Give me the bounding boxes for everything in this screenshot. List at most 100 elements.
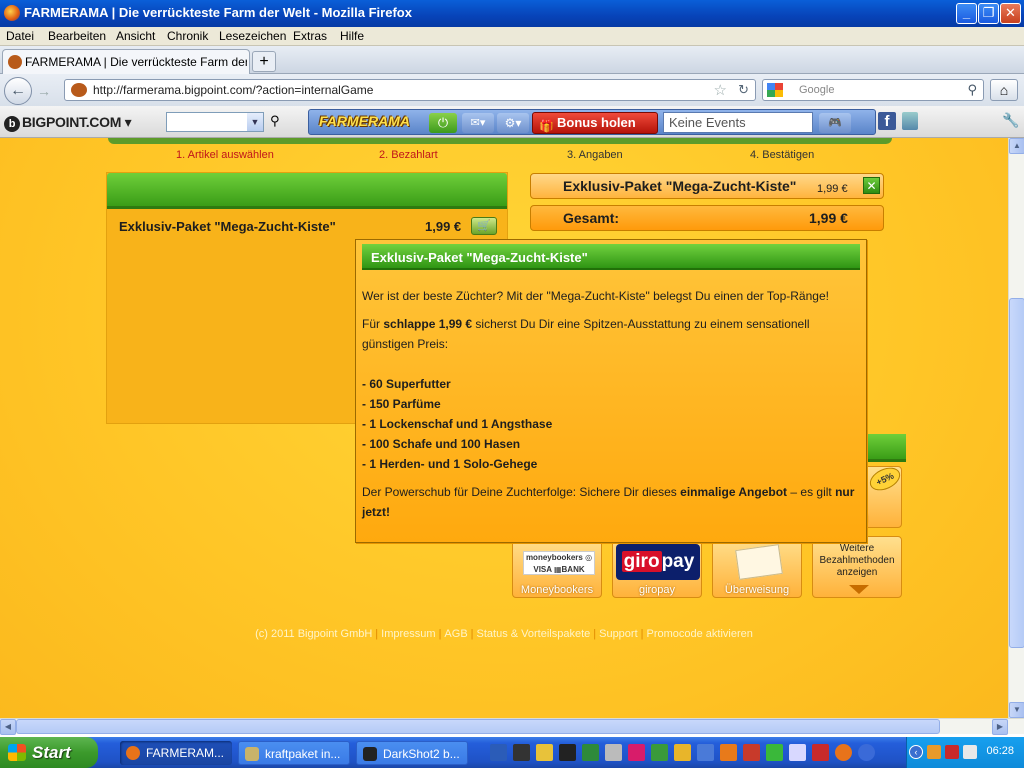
menu-datei[interactable]: Datei bbox=[6, 29, 34, 43]
menu-chronik[interactable]: Chronik bbox=[167, 29, 208, 43]
tooltip-outro: Der Powerschub für Deine Zuchterfolge: S… bbox=[362, 485, 855, 519]
app-icon[interactable] bbox=[513, 744, 530, 761]
new-tab-button[interactable]: + bbox=[252, 51, 276, 72]
app-icon[interactable] bbox=[536, 744, 553, 761]
tab-farmerama[interactable]: FARMERAMA | Die verrückteste Farm der We… bbox=[2, 49, 250, 74]
chevron-left-icon[interactable]: ‹ bbox=[909, 745, 923, 759]
search-placeholder: Google bbox=[799, 84, 835, 96]
telekom-icon[interactable] bbox=[628, 744, 645, 761]
site-identity-icon[interactable] bbox=[71, 83, 87, 97]
bookmark-star-icon[interactable]: ☆ bbox=[714, 81, 727, 99]
article-name[interactable]: Exklusiv-Paket "Mega-Zucht-Kiste" bbox=[119, 219, 336, 234]
bonus-button[interactable]: 🎁 Bonus holen bbox=[532, 112, 658, 134]
taskbar-item-firefox[interactable]: FARMERAM... bbox=[120, 741, 232, 765]
horizontal-scroll-thumb[interactable] bbox=[16, 719, 940, 734]
app-icon[interactable] bbox=[559, 744, 576, 761]
step-4: 4. Bestätigen bbox=[750, 149, 815, 161]
minimize-button[interactable]: _ bbox=[956, 3, 977, 24]
tray-icon[interactable] bbox=[963, 745, 977, 759]
firefox-icon[interactable] bbox=[835, 744, 852, 761]
app-icon[interactable] bbox=[651, 744, 668, 761]
vlc-icon[interactable] bbox=[720, 744, 737, 761]
close-button[interactable]: ✕ bbox=[1000, 3, 1021, 24]
vertical-scroll-thumb[interactable] bbox=[1009, 298, 1024, 648]
step-3: 3. Angaben bbox=[567, 149, 623, 161]
total-label: Gesamt: bbox=[563, 210, 620, 226]
footer-link-promocode[interactable]: Promocode aktivieren bbox=[647, 628, 753, 640]
scroll-down-icon[interactable]: ▼ bbox=[1009, 702, 1024, 718]
maximize-button[interactable]: ❐ bbox=[978, 3, 999, 24]
list-item: - 60 Superfutter bbox=[362, 377, 451, 391]
app-icon[interactable] bbox=[766, 744, 783, 761]
system-tray: ‹ 06:28 bbox=[906, 737, 1024, 768]
forward-button[interactable]: → bbox=[33, 81, 55, 101]
scroll-left-icon[interactable]: ◀ bbox=[0, 719, 16, 735]
menu-bearbeiten[interactable]: Bearbeiten bbox=[48, 29, 106, 43]
excel-icon[interactable] bbox=[582, 744, 599, 761]
app-icon[interactable] bbox=[605, 744, 622, 761]
payment-giropay[interactable]: giro pay giropay bbox=[612, 536, 702, 598]
payment-ueberweisung[interactable]: Überweisung bbox=[712, 536, 802, 598]
checkout-steps: 1. Artikel auswählen 2. Bezahlart 3. Ang… bbox=[100, 138, 900, 164]
back-button[interactable]: ← bbox=[4, 77, 32, 105]
tooltip-body: Wer ist der beste Züchter? Mit der "Mega… bbox=[362, 286, 860, 530]
gift-icon: 🎁 bbox=[539, 119, 554, 133]
tray-icon[interactable] bbox=[945, 745, 959, 759]
moneybookers-logo: moneybookers ◎ VISA ▦BANK bbox=[523, 551, 595, 575]
gamepad-icon[interactable]: 🎮 bbox=[819, 113, 851, 133]
add-to-cart-icon[interactable]: 🛒 bbox=[471, 217, 497, 235]
reload-icon[interactable]: ↻ bbox=[738, 82, 749, 98]
tray-icon[interactable] bbox=[927, 745, 941, 759]
facebook-icon[interactable]: f bbox=[878, 112, 896, 130]
quick-launch bbox=[490, 744, 881, 762]
app-icon[interactable] bbox=[743, 744, 760, 761]
footer-link-agb[interactable]: AGB bbox=[444, 628, 467, 640]
bigpoint-search-select[interactable]: ▼ bbox=[166, 112, 264, 132]
app-icon[interactable] bbox=[812, 744, 829, 761]
events-field[interactable]: Keine Events bbox=[663, 112, 813, 133]
search-box[interactable]: Google ⚲ bbox=[762, 79, 984, 101]
firefox-icon bbox=[126, 746, 140, 760]
scroll-right-icon[interactable]: ▶ bbox=[992, 719, 1008, 735]
step-1[interactable]: 1. Artikel auswählen bbox=[176, 149, 274, 161]
app-icon[interactable] bbox=[674, 744, 691, 761]
scroll-up-icon[interactable]: ▲ bbox=[1009, 138, 1024, 154]
footer-link-impressum[interactable]: Impressum bbox=[381, 628, 435, 640]
menu-lesezeichen[interactable]: Lesezeichen bbox=[219, 29, 286, 43]
bigpoint-search-icon[interactable]: ⚲ bbox=[270, 113, 280, 129]
notes-icon[interactable] bbox=[902, 112, 918, 130]
url-bar[interactable]: http://farmerama.bigpoint.com/?action=in… bbox=[64, 79, 756, 101]
footer-link-support[interactable]: Support bbox=[599, 628, 638, 640]
horizontal-scrollbar[interactable]: ◀ ▶ bbox=[0, 718, 1024, 735]
step-2[interactable]: 2. Bezahlart bbox=[379, 149, 438, 161]
power-icon[interactable]: ⏻ bbox=[429, 113, 457, 133]
wrench-icon[interactable]: 🔧 bbox=[1002, 112, 1019, 129]
start-button[interactable]: Start bbox=[0, 737, 98, 768]
menu-ansicht[interactable]: Ansicht bbox=[116, 29, 155, 43]
payment-caption: Überweisung bbox=[724, 584, 790, 596]
giropay-logo: giro pay bbox=[616, 544, 700, 580]
bigpoint-logo[interactable]: b BIGPOINT.COM ▾ bbox=[4, 114, 132, 132]
menu-hilfe[interactable]: Hilfe bbox=[340, 29, 364, 43]
word-icon[interactable] bbox=[490, 744, 507, 761]
vertical-scrollbar[interactable]: ▲ ▼ bbox=[1008, 138, 1024, 718]
search-icon[interactable]: ⚲ bbox=[967, 82, 977, 98]
home-button[interactable]: ⌂ bbox=[990, 79, 1018, 101]
taskbar-item-darkshot[interactable]: DarkShot2 b... bbox=[356, 741, 468, 765]
cart-item: Exklusiv-Paket "Mega-Zucht-Kiste" 1,99 €… bbox=[530, 173, 884, 199]
tooltip-intro: Wer ist der beste Züchter? Mit der "Mega… bbox=[362, 289, 829, 303]
menu-extras[interactable]: Extras bbox=[293, 29, 327, 43]
payment-moneybookers[interactable]: moneybookers ◎ VISA ▦BANK Moneybookers bbox=[512, 536, 602, 598]
farmerama-logo[interactable]: FARMERAMA bbox=[319, 113, 410, 129]
mail-icon[interactable]: ✉▾ bbox=[462, 113, 494, 133]
ie-icon[interactable] bbox=[858, 744, 875, 761]
more-payment-methods-button[interactable]: Weitere Bezahlmethoden anzeigen bbox=[812, 536, 902, 598]
footer-link-status[interactable]: Status & Vorteilspakete bbox=[477, 628, 591, 640]
gear-icon[interactable]: ⚙▾ bbox=[497, 113, 529, 133]
app-icon[interactable] bbox=[789, 744, 806, 761]
page-footer: (c) 2011 Bigpoint GmbH | Impressum | AGB | Sta… bbox=[255, 628, 753, 640]
remove-item-button[interactable]: ✕ bbox=[863, 177, 880, 194]
taskbar-item-kraftpaket[interactable]: kraftpaket in... bbox=[238, 741, 350, 765]
app-icon[interactable] bbox=[697, 744, 714, 761]
menu-bar: Datei Bearbeiten Ansicht Chronik Lesezei… bbox=[0, 27, 1024, 46]
